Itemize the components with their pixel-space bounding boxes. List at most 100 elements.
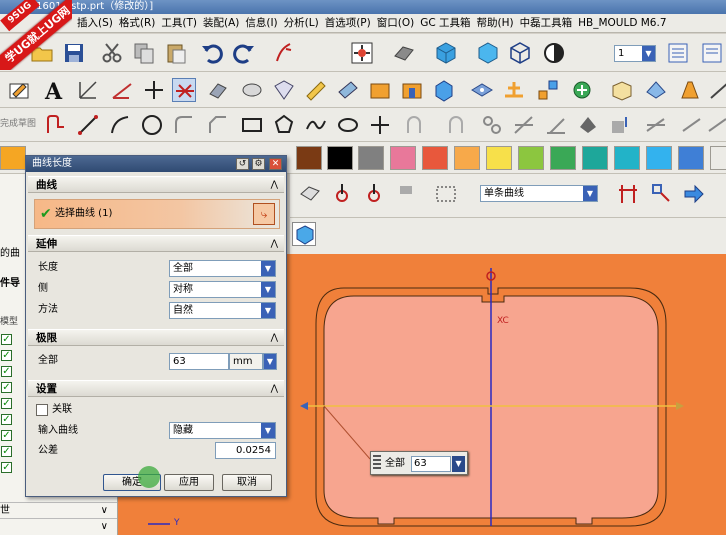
section-extend-header[interactable]: 延伸 ⋀ <box>28 235 284 252</box>
menu-analysis[interactable]: 分析(L) <box>281 14 322 32</box>
color-swatch[interactable] <box>454 146 480 170</box>
rectangle-select-icon[interactable] <box>434 182 458 206</box>
section-curve-header[interactable]: 曲线 ⋀ <box>28 176 284 193</box>
unit-select[interactable]: mm <box>229 353 263 370</box>
menu-format[interactable]: 格式(R) <box>116 14 159 32</box>
studio-spline-icon[interactable] <box>304 113 328 137</box>
section-settings-header[interactable]: 设置 ⋀ <box>28 380 284 397</box>
curve-select-icon[interactable]: ⤷ <box>253 203 275 225</box>
hide-show-icon[interactable] <box>542 41 566 65</box>
menu-window[interactable]: 窗口(O) <box>374 14 417 32</box>
checkbox-checked[interactable]: ✓ <box>1 462 12 473</box>
checkbox-checked[interactable]: ✓ <box>1 382 12 393</box>
shaded-view-icon[interactable] <box>392 41 416 65</box>
open-folder-icon[interactable] <box>30 41 54 65</box>
line-icon[interactable] <box>76 113 100 137</box>
isometric-view-icon[interactable] <box>292 222 316 246</box>
finish-sketch-label[interactable]: 完成草图 <box>0 116 36 129</box>
checkbox-checked[interactable]: ✓ <box>1 446 12 457</box>
color-swatch[interactable] <box>358 146 384 170</box>
color-swatch[interactable] <box>422 146 448 170</box>
chevron-down-icon[interactable]: ▼ <box>263 353 277 370</box>
pattern-curve-icon[interactable] <box>480 113 504 137</box>
menu-info[interactable]: 信息(I) <box>242 14 280 32</box>
connect-curves-icon[interactable] <box>650 182 674 206</box>
color-swatch[interactable] <box>390 146 416 170</box>
cube-view-icon[interactable] <box>434 41 458 65</box>
subtract-icon[interactable] <box>400 78 424 102</box>
extrude-icon[interactable] <box>206 78 230 102</box>
fit-view-icon[interactable] <box>350 41 374 65</box>
ok-button[interactable]: 确定 <box>103 474 161 491</box>
command-finder-icon[interactable] <box>272 41 296 65</box>
color-swatch[interactable] <box>327 146 353 170</box>
chevron-down-icon[interactable]: ∨ <box>101 519 108 534</box>
section-limits-header[interactable]: 极限 ⋀ <box>28 329 284 346</box>
datum-csys-icon[interactable] <box>76 78 100 102</box>
color-swatch[interactable] <box>296 146 322 170</box>
color-swatch[interactable] <box>518 146 544 170</box>
select-curve-button[interactable]: ✔ 选择曲线 (1) ⤷ <box>34 199 280 229</box>
constraints-icon[interactable] <box>608 113 632 137</box>
color-swatch[interactable] <box>710 146 726 170</box>
revolve-icon[interactable] <box>240 78 264 102</box>
checkbox-checked[interactable]: ✓ <box>1 430 12 441</box>
layer-settings-icon[interactable] <box>666 41 690 65</box>
drag-handle-icon[interactable] <box>373 455 381 471</box>
checkbox-checked[interactable]: ✓ <box>1 414 12 425</box>
mirror-curve-icon[interactable] <box>444 113 468 137</box>
dimension-icon[interactable] <box>644 113 668 137</box>
ellipse-icon[interactable] <box>336 113 360 137</box>
snap-control-icon[interactable] <box>394 182 418 206</box>
save-icon[interactable] <box>62 41 86 65</box>
navigator-dependencies[interactable]: 世 ∨ <box>0 502 117 518</box>
associative-checkbox[interactable] <box>36 404 48 416</box>
apply-button[interactable]: 应用 <box>164 474 214 491</box>
method-select[interactable]: 自然 ▼ <box>169 302 276 319</box>
menu-zhonglei-toolbox[interactable]: 中磊工具箱 <box>517 14 576 32</box>
checkbox-checked[interactable]: ✓ <box>1 366 12 377</box>
menu-gc-toolbox[interactable]: GC 工具箱 <box>417 14 473 32</box>
mesh-surface-icon[interactable] <box>272 78 296 102</box>
chevron-down-icon[interactable]: ∨ <box>101 503 108 518</box>
input-curve-select[interactable]: 隐藏 ▼ <box>169 422 276 439</box>
layer-view-icon[interactable] <box>700 41 724 65</box>
side-select[interactable]: 对称 ▼ <box>169 281 276 298</box>
snap-end-icon[interactable] <box>362 182 386 206</box>
perpendicular-icon[interactable] <box>706 113 726 137</box>
checkbox-checked[interactable]: ✓ <box>1 350 12 361</box>
selection-intent-icon[interactable] <box>616 182 640 206</box>
sketch-point-icon[interactable] <box>368 113 392 137</box>
chevron-down-icon[interactable]: ▼ <box>452 456 465 472</box>
checkbox-checked[interactable]: ✓ <box>1 334 12 345</box>
circle-icon[interactable] <box>140 113 164 137</box>
cube-shaded-icon[interactable] <box>476 41 500 65</box>
add-component-icon[interactable] <box>570 78 594 102</box>
menu-insert[interactable]: 插入(S) <box>74 14 116 32</box>
tube-icon[interactable] <box>336 78 360 102</box>
undo-icon[interactable] <box>200 41 224 65</box>
length-select[interactable]: 全部 ▼ <box>169 260 276 277</box>
redo-icon[interactable] <box>232 41 256 65</box>
hole-icon[interactable] <box>470 78 494 102</box>
cut-icon[interactable] <box>100 41 124 65</box>
offset-curve-icon[interactable] <box>402 113 426 137</box>
chamfer-icon[interactable] <box>206 113 230 137</box>
layer-select[interactable]: 1 ▼ <box>614 45 656 62</box>
wireframe-cube-icon[interactable] <box>508 41 532 65</box>
color-swatch[interactable] <box>614 146 640 170</box>
assembly-icon[interactable] <box>536 78 560 102</box>
color-swatch[interactable] <box>678 146 704 170</box>
reset-icon[interactable]: ↺ <box>236 158 249 170</box>
select-body-icon[interactable] <box>298 182 322 206</box>
checkbox-checked[interactable]: ✓ <box>1 398 12 409</box>
text-icon[interactable]: A <box>42 78 66 102</box>
total-input[interactable]: 63 <box>169 353 229 370</box>
arrow-right-icon[interactable] <box>682 182 706 206</box>
trim-icon[interactable] <box>512 113 536 137</box>
color-swatch[interactable] <box>582 146 608 170</box>
edge-blend-icon[interactable] <box>708 78 726 102</box>
snap-point-icon[interactable] <box>330 182 354 206</box>
intersect-icon[interactable] <box>432 78 456 102</box>
rectangle-icon[interactable] <box>240 113 264 137</box>
